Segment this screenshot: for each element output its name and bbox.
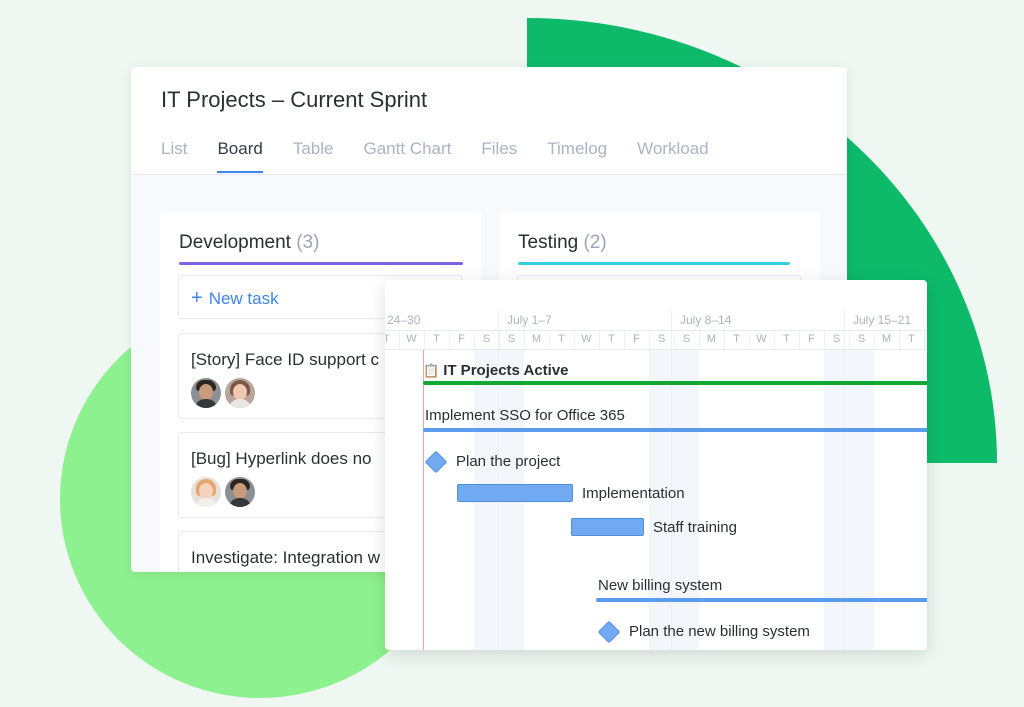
- page-title: IT Projects – Current Sprint: [161, 87, 428, 112]
- task-assignees: [191, 378, 259, 408]
- weekend-column: [849, 350, 874, 650]
- column-header: Testing (2): [518, 232, 607, 254]
- weekend-column: [824, 350, 849, 650]
- day-label: W: [581, 333, 592, 345]
- day-label: W: [756, 333, 767, 345]
- week-divider: [498, 310, 499, 650]
- tab-timelog[interactable]: Timelog: [547, 139, 607, 173]
- gantt-task-label: Implementation: [582, 485, 685, 502]
- blonde-avatar[interactable]: [191, 477, 221, 507]
- group-summary-bar[interactable]: [423, 428, 927, 432]
- day-label: T: [433, 333, 440, 345]
- day-label: W: [406, 333, 417, 345]
- day-label: S: [657, 333, 666, 345]
- day-label: T: [608, 333, 615, 345]
- day-label: S: [682, 333, 691, 345]
- week-header: 24–30 July 1–7 July 8–14 July 15–21: [385, 310, 927, 331]
- column-name: Testing: [518, 232, 579, 253]
- column-header: Development (3): [179, 232, 319, 254]
- gantt-milestone-label: Plan the new billing system: [629, 623, 810, 640]
- week-label: July 8–14: [680, 313, 732, 327]
- group-summary-bar[interactable]: [596, 598, 927, 602]
- task-title: [Bug] Hyperlink does no: [191, 449, 372, 468]
- task-bar[interactable]: [457, 484, 573, 502]
- gantt-group-label[interactable]: New billing system: [598, 577, 722, 594]
- day-label: T: [385, 333, 390, 345]
- day-label: T: [783, 333, 790, 345]
- day-label: T: [908, 333, 915, 345]
- gantt-panel: 24–30 July 1–7 July 8–14 July 15–21 TWTF…: [385, 280, 927, 650]
- day-label: S: [507, 333, 516, 345]
- day-label: M: [881, 333, 892, 345]
- column-name: Development: [179, 232, 291, 253]
- new-task-label: New task: [208, 289, 279, 308]
- column-divider: [518, 262, 790, 265]
- task-bar[interactable]: [571, 518, 644, 536]
- tab-table[interactable]: Table: [293, 139, 334, 173]
- tab-workload[interactable]: Workload: [637, 139, 709, 173]
- column-divider: [179, 262, 463, 265]
- week-label: 24–30: [387, 313, 421, 327]
- day-label: M: [531, 333, 542, 345]
- day-label: T: [733, 333, 740, 345]
- milestone-diamond[interactable]: [424, 450, 448, 474]
- day-header: TWTFSSMTWTFSSMTWTFSSMTW: [385, 331, 927, 350]
- day-label: S: [832, 333, 841, 345]
- week-label: July 1–7: [507, 313, 552, 327]
- day-label: F: [808, 333, 815, 345]
- tab-gantt-chart[interactable]: Gantt Chart: [363, 139, 451, 173]
- week-label: July 15–21: [853, 313, 912, 327]
- column-count: (2): [583, 232, 607, 253]
- man-avatar[interactable]: [191, 378, 221, 408]
- day-label: W: [924, 333, 927, 345]
- man-avatar[interactable]: [225, 477, 255, 507]
- project-summary-bar[interactable]: [423, 381, 927, 385]
- gantt-project-label[interactable]: 📋 IT Projects Active: [423, 362, 569, 379]
- task-assignees: [191, 477, 259, 507]
- day-label: T: [558, 333, 565, 345]
- gantt-task-label: Staff training: [653, 519, 737, 536]
- woman-avatar[interactable]: [225, 378, 255, 408]
- plus-icon: +: [191, 287, 203, 309]
- tab-list[interactable]: List: [161, 139, 187, 173]
- day-label: M: [706, 333, 717, 345]
- gantt-group-label[interactable]: Implement SSO for Office 365: [425, 407, 625, 424]
- view-tabs: List Board Table Gantt Chart Files Timel…: [161, 139, 739, 173]
- day-label: S: [482, 333, 491, 345]
- task-title: Investigate: Integration w: [191, 548, 381, 567]
- tab-files[interactable]: Files: [481, 139, 517, 173]
- day-label: F: [458, 333, 465, 345]
- task-title: [Story] Face ID support c: [191, 350, 380, 369]
- tab-board[interactable]: Board: [217, 139, 264, 173]
- clipboard-icon: 📋: [423, 363, 440, 378]
- day-label: S: [857, 333, 866, 345]
- board-header: IT Projects – Current Sprint List Board …: [131, 67, 847, 175]
- day-label: F: [633, 333, 640, 345]
- gantt-milestone-label: Plan the project: [456, 453, 561, 470]
- milestone-diamond[interactable]: [597, 620, 621, 644]
- today-marker: [423, 350, 424, 650]
- column-count: (3): [296, 232, 320, 253]
